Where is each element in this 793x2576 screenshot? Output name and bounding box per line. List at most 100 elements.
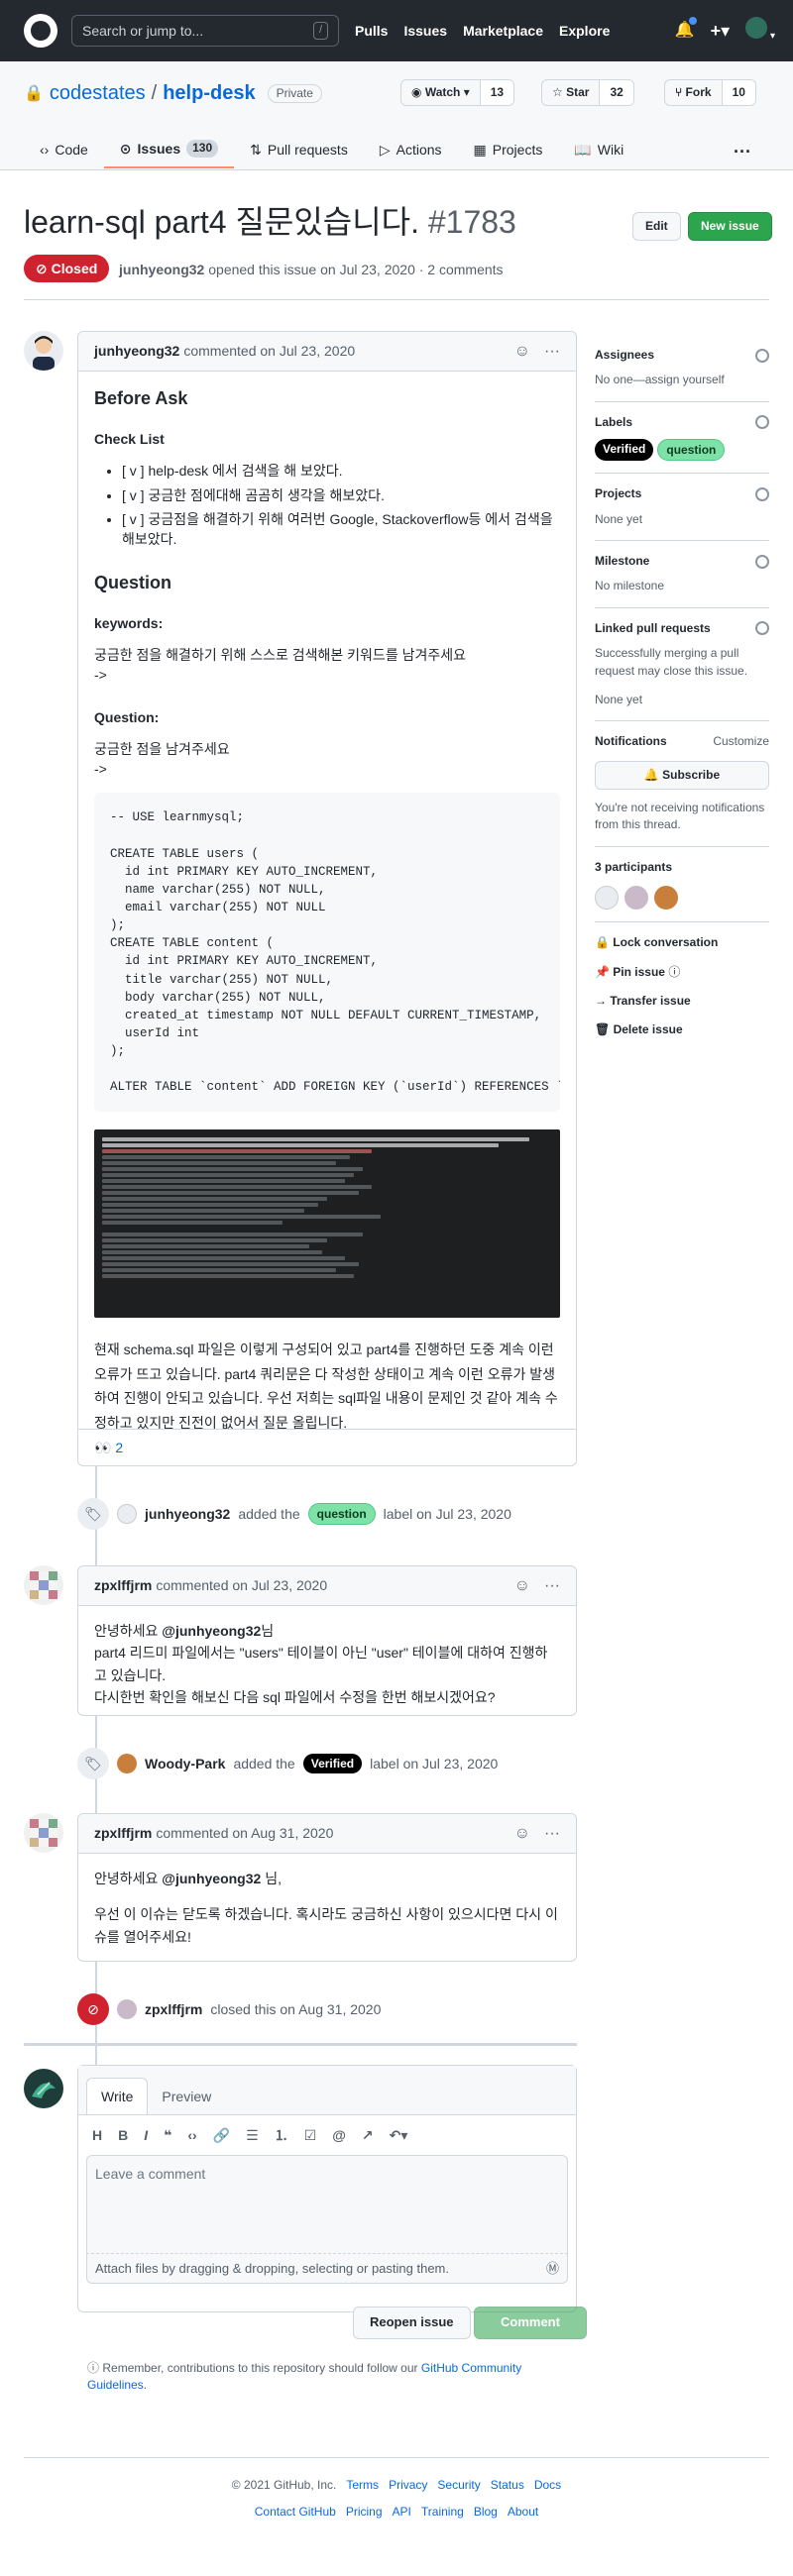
gear-icon[interactable] (755, 415, 769, 430)
tab-issues[interactable]: ⊙ Issues 130 (103, 133, 235, 169)
bold-icon[interactable]: B (118, 2125, 128, 2145)
avatar[interactable] (24, 331, 63, 371)
cross-reference-icon[interactable]: ↗ (362, 2125, 374, 2145)
issue-author-link[interactable]: junhyeong32 (119, 262, 204, 277)
reply-icon[interactable]: ↶▾ (390, 2125, 408, 2145)
star-count[interactable]: 32 (600, 80, 633, 106)
avatar[interactable] (24, 1565, 63, 1605)
avatar[interactable] (654, 886, 678, 911)
footer-link-about[interactable]: About (508, 2505, 538, 2519)
search-input[interactable]: Search or jump to... / (71, 15, 339, 47)
footer-link-pricing[interactable]: Pricing (346, 2505, 383, 2519)
sidebar-assignees-header[interactable]: Assignees (595, 347, 769, 364)
more-options-icon[interactable]: ··· (734, 139, 751, 164)
comment-button[interactable]: Comment (474, 2307, 587, 2339)
tab-wiki[interactable]: 📖 Wiki (558, 133, 639, 168)
eyes-reaction-button[interactable]: 👀 2 (94, 1440, 123, 1455)
sidebar-projects-header[interactable]: Projects (595, 485, 769, 502)
error-screenshot-image[interactable] (94, 1129, 560, 1319)
heading-icon[interactable]: H (92, 2125, 102, 2145)
avatar[interactable] (595, 886, 619, 911)
star-button[interactable]: ☆ Star 32 (541, 79, 634, 107)
footer-link-training[interactable]: Training (421, 2505, 464, 2519)
sidebar-milestone-header[interactable]: Milestone (595, 553, 769, 570)
tab-preview[interactable]: Preview (148, 2079, 225, 2114)
question-label[interactable]: question (307, 1503, 376, 1525)
smiley-icon[interactable]: ☺ (514, 1822, 530, 1845)
comment-textarea[interactable]: Leave a comment (86, 2155, 568, 2255)
watch-button[interactable]: ◉ Watch ▾ 13 (400, 79, 515, 107)
event-actor[interactable]: zpxlffjrm (145, 1999, 202, 2019)
kebab-icon[interactable]: ··· (544, 1574, 560, 1597)
footer-link-privacy[interactable]: Privacy (389, 2478, 427, 2492)
smiley-icon[interactable]: ☺ (514, 1574, 530, 1597)
avatar[interactable] (24, 2069, 63, 2108)
subscribe-button[interactable]: 🔔 Subscribe (595, 760, 769, 791)
nav-issues[interactable]: Issues (403, 21, 447, 41)
tab-write[interactable]: Write (86, 2077, 149, 2114)
kebab-icon[interactable]: ··· (544, 340, 560, 363)
avatar[interactable] (24, 1813, 63, 1853)
footer-link-blog[interactable]: Blog (474, 2505, 498, 2519)
lock-conversation-button[interactable]: 🔒 Lock conversation (595, 934, 769, 951)
footer-link-terms[interactable]: Terms (346, 2478, 379, 2492)
sidebar-labels-header[interactable]: Labels (595, 414, 769, 431)
avatar[interactable] (117, 1754, 137, 1773)
user-menu[interactable]: ▾ (745, 17, 775, 45)
assignees-value[interactable]: No one—assign yourself (595, 372, 769, 388)
quote-icon[interactable]: ❝ (164, 2125, 171, 2145)
footer-link-contact[interactable]: Contact GitHub (255, 2505, 336, 2519)
delete-issue-button[interactable]: 🗑 Delete issue (595, 1021, 769, 1038)
markdown-icon[interactable]: Ⓜ (546, 2260, 559, 2277)
verified-label[interactable]: Verified (595, 439, 654, 462)
new-issue-button[interactable]: New issue (688, 212, 772, 242)
reopen-issue-button[interactable]: Reopen issue (353, 2307, 471, 2339)
avatar[interactable] (624, 886, 648, 911)
numbered-list-icon[interactable]: ⒈ (275, 2125, 288, 2145)
smiley-icon[interactable]: ☺ (514, 340, 530, 363)
kebab-icon[interactable]: ··· (544, 1822, 560, 1845)
comment-author[interactable]: zpxlffjrm (94, 1575, 152, 1595)
transfer-issue-button[interactable]: → Transfer issue (595, 993, 769, 1010)
bulleted-list-icon[interactable]: ☰ (246, 2125, 259, 2145)
verified-label[interactable]: Verified (302, 1754, 363, 1773)
comment-author[interactable]: zpxlffjrm (94, 1823, 152, 1843)
sidebar-linked-prs-header[interactable]: Linked pull requests (595, 620, 769, 637)
nav-marketplace[interactable]: Marketplace (463, 21, 543, 41)
question-label[interactable]: question (657, 439, 726, 462)
gear-icon[interactable] (755, 486, 769, 501)
fork-count[interactable]: 10 (722, 80, 755, 106)
footer-link-api[interactable]: API (393, 2505, 411, 2519)
tab-projects[interactable]: ▦ Projects (458, 133, 559, 168)
nav-pulls[interactable]: Pulls (355, 21, 388, 41)
comment-author[interactable]: junhyeong32 (94, 341, 179, 361)
create-new-plus-icon[interactable]: +▾ (711, 18, 731, 44)
fork-button[interactable]: ⑂ Fork 10 (664, 79, 756, 107)
pin-issue-button[interactable]: 📌 Pin issue ⓘ (595, 964, 769, 981)
tab-code[interactable]: ‹› Code (24, 133, 104, 168)
watch-count[interactable]: 13 (480, 80, 514, 106)
task-list-icon[interactable]: ☑ (304, 2125, 317, 2145)
event-actor[interactable]: junhyeong32 (145, 1504, 230, 1524)
tab-pull-requests[interactable]: ⇅ Pull requests (234, 133, 364, 168)
user-mention[interactable]: @junhyeong32 (162, 1623, 261, 1639)
attach-files-area[interactable]: Attach files by dragging & dropping, sel… (86, 2254, 568, 2285)
mention-icon[interactable]: @ (332, 2125, 346, 2145)
footer-link-status[interactable]: Status (491, 2478, 524, 2492)
footer-link-security[interactable]: Security (437, 2478, 480, 2492)
customize-link[interactable]: Customize (713, 733, 769, 750)
tab-actions[interactable]: ▷ Actions (364, 133, 458, 168)
code-icon[interactable]: ‹› (187, 2125, 196, 2145)
gear-icon[interactable] (755, 554, 769, 569)
avatar[interactable] (117, 1504, 137, 1524)
footer-link-docs[interactable]: Docs (534, 2478, 561, 2492)
avatar[interactable] (117, 1999, 137, 2019)
notification-bell-icon[interactable]: 🔔 (675, 17, 697, 42)
italic-icon[interactable]: I (144, 2125, 148, 2145)
gear-icon[interactable] (755, 348, 769, 363)
github-logo-icon[interactable] (24, 14, 57, 48)
repo-owner-link[interactable]: codestates (50, 79, 146, 108)
link-icon[interactable]: 🔗 (213, 2125, 230, 2145)
repo-name-link[interactable]: help-desk (163, 79, 255, 108)
gear-icon[interactable] (755, 621, 769, 636)
